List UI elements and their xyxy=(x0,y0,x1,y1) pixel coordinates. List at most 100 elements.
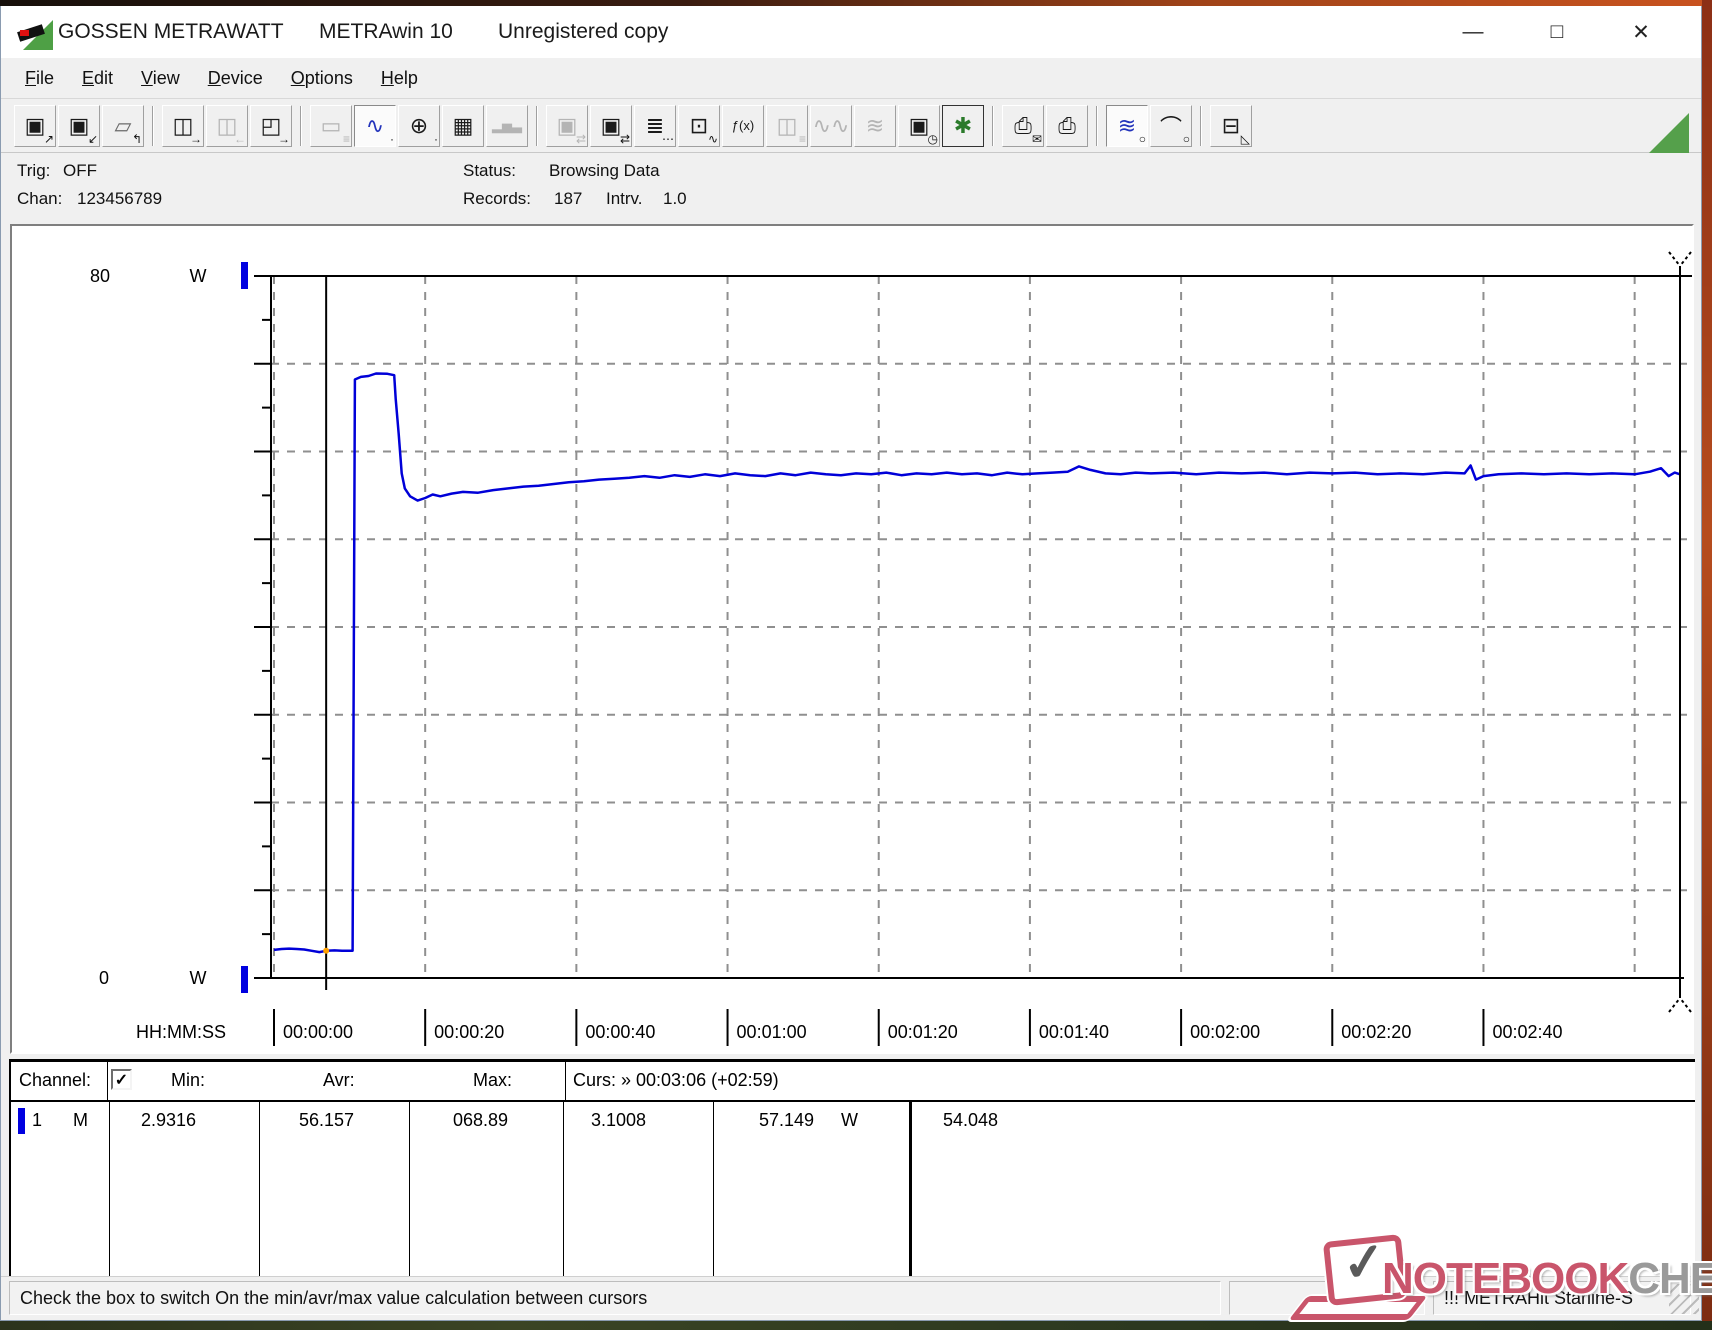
measurement-table: Channel: ✓ Min: Avr: Max: Curs: » 00:03:… xyxy=(9,1059,1695,1282)
table-grid-line xyxy=(565,1062,566,1100)
col-cursor-label: Curs: » 00:03:06 (+02:59) xyxy=(573,1070,779,1090)
device-clock-icon: ▣ xyxy=(908,112,930,138)
monitor-waveform-button[interactable]: ⊡ ∿ xyxy=(678,104,720,147)
table-grid-line xyxy=(563,1102,564,1282)
channel-color-marker xyxy=(18,1108,25,1134)
zoom-waveform-icon: ≋ xyxy=(1117,112,1137,138)
read-device-button[interactable]: ◫ → xyxy=(162,104,204,147)
col-avr-label: Avr: xyxy=(323,1070,355,1090)
header-divider xyxy=(11,1100,1695,1102)
icon-accent: ○ xyxy=(1182,131,1190,146)
icon-accent: ⇄ xyxy=(619,131,630,146)
chart-view-button[interactable]: ∿ · xyxy=(354,104,396,147)
icon-accent: ↗ xyxy=(43,131,54,146)
toolbar: ▣ ↗ ▣ ↙ ▱ ↰ ◫ → ◫ ← ◰ → ▭ ≡ ∿ · ⊕ · ▦ ▂▅▃ ▣ ⇄ ▣ ⇄ ≣ ⋯ ⊡ ∿ ƒ(x) ◫ ≡ ∿∿ ≋ ▣… xyxy=(1,99,1701,159)
toolbar-separator xyxy=(1200,105,1202,146)
statusbar-device-panel: !!! METRAHit Starline-S xyxy=(1433,1281,1691,1315)
send-device-button: ◫ ← xyxy=(206,104,248,147)
print-icon: ⎙ xyxy=(1058,112,1076,138)
table-view-icon: ▦ xyxy=(452,112,474,138)
toolbar-separator xyxy=(152,105,154,146)
export-file-button: ▣ ⇄ xyxy=(546,104,588,147)
trig-value: OFF xyxy=(63,161,97,180)
menu-item-device[interactable]: Device xyxy=(198,64,273,93)
bar-chart-button: ▂▅▃ xyxy=(486,104,528,147)
chart-panel[interactable]: 00:00:00 00:00:20 00:00:40 00:01:00 00:01:20… xyxy=(10,224,1694,1054)
table-view-button[interactable]: ▦ xyxy=(442,104,484,147)
print-preview-button[interactable]: ⎙ ✉ xyxy=(1002,104,1044,147)
toolbar-separator xyxy=(536,105,538,146)
device-name: !!! METRAHit Starline-S xyxy=(1444,1287,1634,1308)
device-321-button: ◫ ≡ xyxy=(766,104,808,147)
debug-bug-icon: ✱ xyxy=(953,112,973,138)
menu-item-view[interactable]: View xyxy=(131,64,190,93)
records-label: Records: xyxy=(463,189,532,208)
status-bar: Check the box to switch On the min/avr/m… xyxy=(1,1276,1701,1318)
analog-signal-button: ∿∿ xyxy=(810,104,852,147)
icon-accent: → xyxy=(190,131,202,146)
row-min-value: 2.9316 xyxy=(141,1110,197,1130)
menu-item-edit[interactable]: Edit xyxy=(72,64,123,93)
channel-setup-button[interactable]: ≣ ⋯ xyxy=(634,104,676,147)
col-max-label: Max: xyxy=(473,1070,513,1090)
device-clock-button[interactable]: ▣ ◷ xyxy=(898,104,940,147)
pulse-signal-button: ≋ xyxy=(854,104,896,147)
menu-item-help[interactable]: Help xyxy=(371,64,428,93)
save-as-button[interactable]: ▣ ↙ xyxy=(58,104,100,147)
print-preview-icon: ⎙ xyxy=(1014,112,1032,138)
menu-item-options[interactable]: Options xyxy=(281,64,363,93)
icon-accent: ⇄ xyxy=(575,131,586,146)
formula-fx-button[interactable]: ƒ(x) xyxy=(722,104,764,147)
icon-accent: ◷ xyxy=(927,131,938,146)
status-value: Browsing Data xyxy=(549,161,660,180)
desktop-wallpaper-bottom xyxy=(0,1321,1712,1330)
annotation-bubble-icon: ⊟ xyxy=(1221,112,1241,138)
save-as-icon: ▣ xyxy=(68,112,90,138)
table-grid-line xyxy=(909,1102,912,1282)
statusbar-message-panel: Check the box to switch On the min/avr/m… xyxy=(9,1281,1221,1315)
power-trend-chart[interactable]: 00:00:00 00:00:20 00:00:40 00:01:00 00:01:20… xyxy=(12,226,1692,1052)
open-file-button[interactable]: ▱ ↰ xyxy=(102,104,144,147)
zoom-curve-button[interactable]: ⌒ ○ xyxy=(1150,104,1192,147)
annotation-bubble-button[interactable]: ⊟ ◺ xyxy=(1210,104,1252,147)
pulse-signal-icon: ≋ xyxy=(865,112,885,138)
resize-grip[interactable] xyxy=(1669,1284,1699,1314)
open-file-icon: ▱ xyxy=(114,112,132,138)
save-file-button[interactable]: ▣ ↗ xyxy=(14,104,56,147)
svg-text:W: W xyxy=(190,968,207,988)
maximize-button[interactable]: □ xyxy=(1515,6,1599,58)
col-channel-label: Channel: xyxy=(19,1070,92,1090)
icon-accent: ∿ xyxy=(707,131,718,146)
cursor-crosshair-button[interactable]: ⊕ · xyxy=(398,104,440,147)
table-grid-line xyxy=(109,1102,110,1282)
minimize-button[interactable]: — xyxy=(1431,6,1515,58)
debug-bug-button[interactable]: ✱ xyxy=(942,104,984,147)
print-button[interactable]: ⎙ xyxy=(1046,104,1088,147)
chan-label: Chan: xyxy=(17,189,63,208)
device-store-button[interactable]: ▣ ⇄ xyxy=(590,104,632,147)
row-avr-value: 56.157 xyxy=(299,1110,355,1130)
memory-read-button[interactable]: ◰ → xyxy=(250,104,292,147)
icon-accent: · xyxy=(390,131,394,146)
close-button[interactable]: ✕ xyxy=(1599,6,1683,58)
acquisition-status-panel: Trig: OFF Chan: 123456789 Status: Browsi… xyxy=(1,153,1701,221)
numeric-display-button: ▭ ≡ xyxy=(310,104,352,147)
row-cursor2-value: 57.149 xyxy=(759,1110,815,1130)
title-note: Unregistered copy xyxy=(498,20,669,43)
title-bar[interactable]: GOSSEN METRAWATT METRAwin 10 Unregistere… xyxy=(1,6,1701,58)
table-grid-line xyxy=(259,1102,260,1282)
zoom-waveform-button[interactable]: ≋ ○ xyxy=(1106,104,1148,147)
minmax-checkbox[interactable]: ✓ xyxy=(111,1069,132,1090)
numeric-display-icon: ▭ xyxy=(320,112,342,138)
table-grid-line xyxy=(107,1062,108,1100)
icon-accent: ✉ xyxy=(1031,131,1042,146)
desktop-background: GOSSEN METRAWATT METRAwin 10 Unregistere… xyxy=(0,0,1712,1330)
svg-text:0: 0 xyxy=(99,968,109,988)
menu-item-file[interactable]: File xyxy=(15,64,64,93)
svg-text:00:02:00: 00:02:00 xyxy=(1190,1022,1260,1042)
toolbar-separator xyxy=(992,105,994,146)
svg-text:00:00:40: 00:00:40 xyxy=(585,1022,655,1042)
toolbar-separator xyxy=(1096,105,1098,146)
row-channel-number: 1 xyxy=(32,1110,43,1130)
icon-accent: ≡ xyxy=(798,131,806,146)
